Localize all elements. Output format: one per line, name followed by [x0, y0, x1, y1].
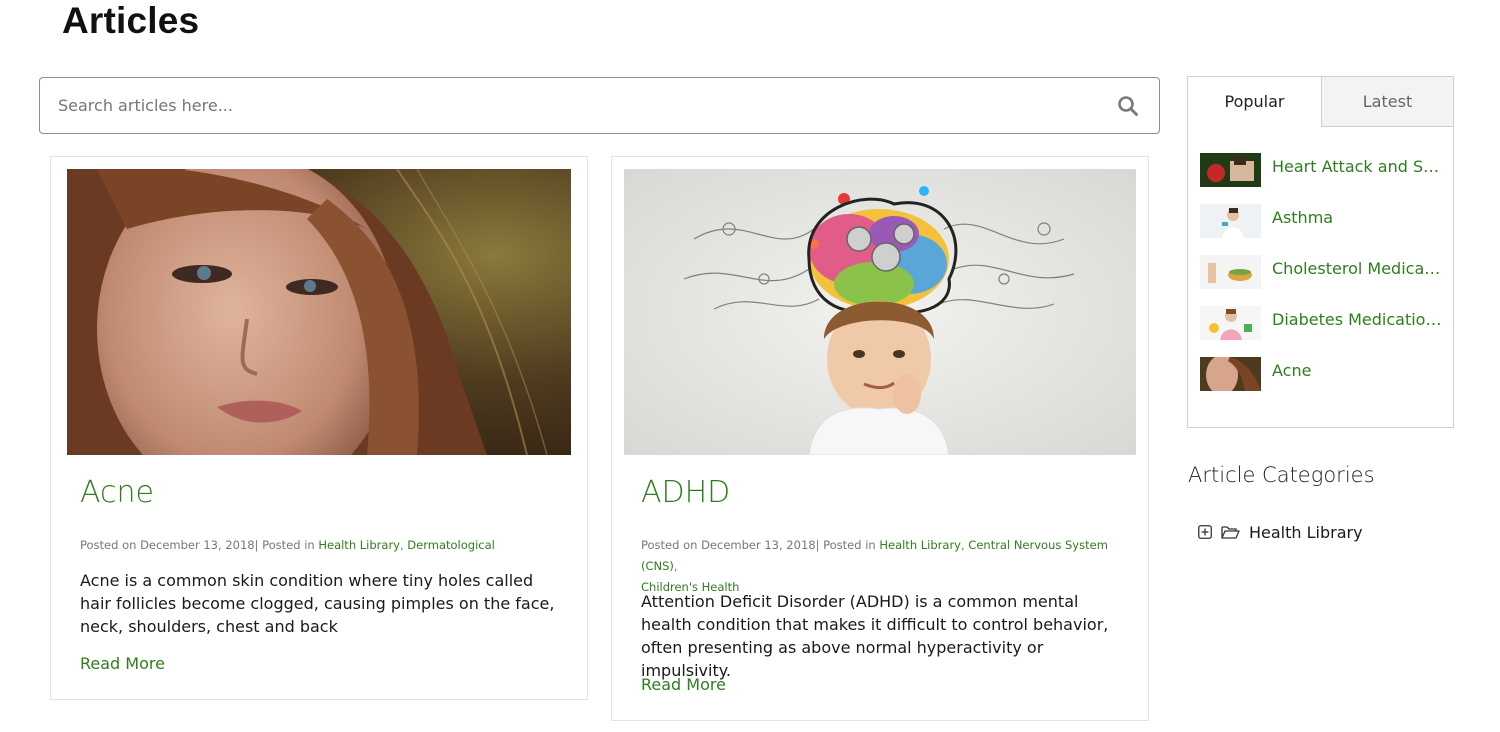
article-image-acne[interactable]: [67, 169, 571, 455]
search-input[interactable]: [58, 78, 1088, 133]
popular-item[interactable]: Acne: [1200, 355, 1450, 406]
search-icon[interactable]: [1117, 95, 1139, 117]
popular-thumbnail[interactable]: [1200, 357, 1261, 391]
folder-open-icon: [1221, 525, 1240, 539]
article-meta: Posted on December 13, 2018| Posted in H…: [80, 538, 495, 552]
article-excerpt: Acne is a common skin condition where ti…: [80, 571, 555, 636]
popular-thumbnail[interactable]: [1200, 153, 1261, 187]
posted-in-label: | Posted in: [254, 538, 315, 552]
article-title-link[interactable]: Acne: [80, 475, 154, 510]
popular-thumbnail[interactable]: [1200, 255, 1261, 289]
popular-link[interactable]: Heart Attack and Str...: [1272, 157, 1444, 176]
article-meta: Posted on December 13, 2018| Posted in H…: [641, 538, 1108, 594]
category-label[interactable]: Health Library: [1249, 523, 1363, 542]
post-date: Posted on December 13, 2018: [641, 538, 816, 552]
plus-square-icon[interactable]: [1198, 525, 1212, 539]
tab-popular[interactable]: Popular: [1188, 77, 1321, 127]
popular-item[interactable]: Heart Attack and Str...: [1200, 151, 1450, 202]
popular-link[interactable]: Cholesterol Medicati...: [1272, 259, 1444, 278]
tab-latest[interactable]: Latest: [1321, 77, 1453, 127]
popular-link[interactable]: Acne: [1272, 361, 1444, 380]
category-link[interactable]: Health Library: [879, 538, 961, 552]
popular-link[interactable]: Asthma: [1272, 208, 1444, 227]
article-card-adhd: ADHD Posted on December 13, 2018| Posted…: [611, 156, 1149, 721]
category-link[interactable]: Health Library: [318, 538, 400, 552]
posted-in-label: | Posted in: [815, 538, 876, 552]
article-excerpt: Attention Deficit Disorder (ADHD) is a c…: [641, 592, 1109, 680]
article-title-link[interactable]: ADHD: [641, 475, 730, 510]
read-more-link[interactable]: Read More: [80, 654, 165, 673]
popular-latest-widget: Popular Latest Heart Attack and Str... A…: [1187, 76, 1454, 428]
popular-item[interactable]: Asthma: [1200, 202, 1450, 253]
popular-item[interactable]: Diabetes Medication ...: [1200, 304, 1450, 355]
popular-list: Heart Attack and Str... Asthma Cholester…: [1200, 151, 1450, 406]
post-date: Posted on December 13, 2018: [80, 538, 255, 552]
popular-thumbnail[interactable]: [1200, 306, 1261, 340]
categories-heading: Article Categories: [1188, 463, 1375, 487]
popular-thumbnail[interactable]: [1200, 204, 1261, 238]
page-title: Articles: [62, 0, 200, 41]
read-more-link[interactable]: Read More: [641, 675, 726, 694]
article-card-acne: Acne Posted on December 13, 2018| Posted…: [50, 156, 588, 700]
popular-link[interactable]: Diabetes Medication ...: [1272, 310, 1444, 329]
category-link[interactable]: Dermatological: [407, 538, 495, 552]
article-image-adhd[interactable]: [624, 169, 1136, 455]
search-box: [39, 77, 1160, 134]
category-item-health-library[interactable]: Health Library: [1198, 521, 1363, 543]
popular-item[interactable]: Cholesterol Medicati...: [1200, 253, 1450, 304]
